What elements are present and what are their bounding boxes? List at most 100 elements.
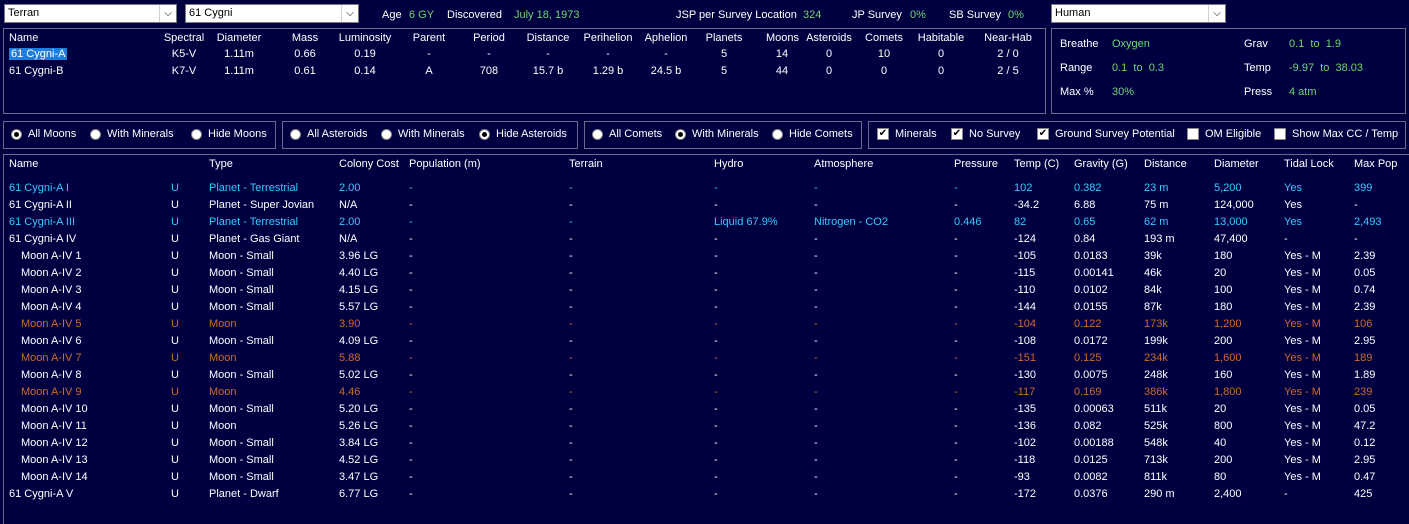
radio-icon[interactable] bbox=[772, 128, 783, 140]
body-cell: - bbox=[814, 471, 818, 483]
asteroids-option-hide[interactable]: Hide Asteroids bbox=[479, 128, 567, 140]
moons-option-hide[interactable]: Hide Moons bbox=[191, 128, 267, 140]
body-row[interactable]: Moon A-IV 8 U Moon - Small 5.02 LG - - - - - -130… bbox=[4, 369, 1409, 386]
body-cell: Yes bbox=[1284, 216, 1302, 228]
body-cell: 3.96 LG bbox=[339, 250, 379, 262]
checkbox-icon[interactable]: ✔ bbox=[1037, 128, 1049, 140]
body-row[interactable]: Moon A-IV 6 U Moon - Small 4.09 LG - - - - - -108… bbox=[4, 335, 1409, 352]
checkbox-icon[interactable] bbox=[1187, 128, 1199, 140]
radio-icon[interactable] bbox=[675, 128, 686, 140]
body-row[interactable]: Moon A-IV 1 U Moon - Small 3.96 LG - - - - - -105… bbox=[4, 250, 1409, 267]
column-header[interactable]: Type bbox=[209, 158, 233, 170]
body-row[interactable]: 61 Cygni-A V U Planet - Dwarf 6.77 LG - - - - - -… bbox=[4, 488, 1409, 505]
body-cell: - bbox=[409, 318, 413, 330]
age-value: 6 GY bbox=[409, 9, 435, 21]
system-select[interactable]: 61 Cygni ⌵ bbox=[185, 4, 359, 23]
radio-icon[interactable] bbox=[592, 128, 603, 140]
column-header[interactable]: Max Pop bbox=[1354, 158, 1397, 170]
option-label: With Minerals bbox=[107, 128, 174, 140]
column-header[interactable]: Tidal Lock bbox=[1284, 158, 1334, 170]
asteroids-option-all[interactable]: All Asteroids bbox=[290, 128, 368, 140]
body-cell: Yes - M bbox=[1284, 318, 1321, 330]
body-row[interactable]: Moon A-IV 10 U Moon - Small 5.20 LG - - - - - -13… bbox=[4, 403, 1409, 420]
chevron-down-icon[interactable]: ⌵ bbox=[159, 5, 176, 22]
body-cell: -108 bbox=[1014, 335, 1037, 347]
race-select[interactable]: Terran ⌵ bbox=[4, 4, 177, 23]
body-cell: 511k bbox=[1144, 403, 1168, 415]
star-row[interactable]: 61 Cygni-B K7-V 1.11m 0.61 0.14 A 708 15.7 b 1.2… bbox=[4, 65, 1045, 82]
radio-icon[interactable] bbox=[290, 128, 301, 140]
body-cell: 2.95 bbox=[1354, 335, 1376, 347]
check-ground-survey-potential[interactable]: ✔ Ground Survey Potential bbox=[1037, 128, 1175, 140]
body-row[interactable]: Moon A-IV 13 U Moon - Small 4.52 LG - - - - - -11… bbox=[4, 454, 1409, 471]
body-row[interactable]: Moon A-IV 4 U Moon - Small 5.57 LG - - - - - -144… bbox=[4, 301, 1409, 318]
body-row[interactable]: Moon A-IV 11 U Moon 5.26 LG - - - - - -136 0.082 52… bbox=[4, 420, 1409, 437]
column-header[interactable]: Terrain bbox=[569, 158, 603, 170]
body-row[interactable]: Moon A-IV 7 U Moon 5.88 - - - - - -151 0.125 234k 1,… bbox=[4, 352, 1409, 369]
body-row[interactable]: 61 Cygni-A III U Planet - Terrestrial 2.00 -… bbox=[4, 216, 1409, 233]
chevron-down-icon[interactable]: ⌵ bbox=[1208, 5, 1225, 22]
column-header[interactable]: Pressure bbox=[954, 158, 998, 170]
body-cell: - bbox=[954, 284, 958, 296]
column-header[interactable]: Name bbox=[9, 158, 38, 170]
column-header[interactable]: Diameter bbox=[1214, 158, 1259, 170]
body-cell: Moon bbox=[209, 318, 237, 330]
body-row[interactable]: 61 Cygni-A II U Planet - Super Jovian N/A - -… bbox=[4, 199, 1409, 216]
star-cell: 1.29 b bbox=[592, 65, 624, 77]
moons-filter-group: All Moons With Minerals Hide Moons bbox=[3, 121, 276, 149]
body-cell: 713k bbox=[1144, 454, 1168, 466]
check-show-max-cc[interactable]: Show Max CC / Temp bbox=[1274, 128, 1398, 140]
radio-icon[interactable] bbox=[11, 128, 22, 140]
moons-option-minerals[interactable]: With Minerals bbox=[90, 128, 174, 140]
body-row[interactable]: Moon A-IV 2 U Moon - Small 4.40 LG - - - - - -115… bbox=[4, 267, 1409, 284]
radio-icon[interactable] bbox=[381, 128, 392, 140]
body-row[interactable]: 61 Cygni-A I U Planet - Terrestrial 2.00 - - -… bbox=[4, 182, 1409, 199]
radio-icon[interactable] bbox=[90, 128, 101, 140]
body-cell: - bbox=[409, 301, 413, 313]
column-header[interactable]: Colony Cost bbox=[339, 158, 399, 170]
checkbox-icon[interactable]: ✔ bbox=[877, 128, 889, 140]
jp-survey-label: JP Survey bbox=[852, 9, 902, 21]
body-cell: -130 bbox=[1014, 369, 1037, 381]
body-cell: Yes bbox=[1284, 199, 1302, 211]
body-row[interactable]: Moon A-IV 3 U Moon - Small 4.15 LG - - - - - -110… bbox=[4, 284, 1409, 301]
age-label: Age bbox=[382, 9, 402, 21]
body-row[interactable]: Moon A-IV 14 U Moon - Small 3.47 LG - - - - - -93… bbox=[4, 471, 1409, 488]
body-cell: 2.00 bbox=[339, 216, 361, 228]
body-row[interactable]: Moon A-IV 5 U Moon 3.90 - - - - - -104 0.122 173k 1,… bbox=[4, 318, 1409, 335]
body-row[interactable]: 61 Cygni-A IV U Planet - Gas Giant N/A - - - - -… bbox=[4, 233, 1409, 250]
moons-option-all[interactable]: All Moons bbox=[11, 128, 76, 140]
body-cell: - bbox=[814, 420, 818, 432]
check-om-eligible[interactable]: OM Eligible bbox=[1187, 128, 1261, 140]
star-row[interactable]: 61 Cygni-A K5-V 1.11m 0.66 0.19 - - - - - 5 14 0 10 0 2… bbox=[4, 48, 1045, 65]
check-no-survey[interactable]: ✔ No Survey bbox=[951, 128, 1020, 140]
column-header[interactable]: Temp (C) bbox=[1014, 158, 1059, 170]
body-cell: 0.446 bbox=[954, 216, 982, 228]
comets-option-all[interactable]: All Comets bbox=[592, 128, 662, 140]
checkbox-icon[interactable]: ✔ bbox=[951, 128, 963, 140]
asteroids-option-minerals[interactable]: With Minerals bbox=[381, 128, 465, 140]
comets-option-minerals[interactable]: With Minerals bbox=[675, 128, 759, 140]
column-header[interactable]: Hydro bbox=[714, 158, 743, 170]
column-header[interactable]: Distance bbox=[1144, 158, 1187, 170]
star-cell: A bbox=[425, 65, 433, 77]
column-header[interactable]: Atmosphere bbox=[814, 158, 873, 170]
body-row[interactable]: Moon A-IV 9 U Moon 4.46 - - - - - -117 0.169 386k 1,… bbox=[4, 386, 1409, 403]
column-header[interactable]: Population (m) bbox=[409, 158, 481, 170]
body-cell: 100 bbox=[1214, 284, 1233, 296]
column-header[interactable]: Gravity (G) bbox=[1074, 158, 1128, 170]
chevron-down-icon[interactable]: ⌵ bbox=[341, 5, 358, 22]
checkbox-icon[interactable] bbox=[1274, 128, 1286, 140]
species-select[interactable]: Human ⌵ bbox=[1051, 4, 1226, 23]
radio-icon[interactable] bbox=[479, 128, 490, 140]
check-minerals[interactable]: ✔ Minerals bbox=[877, 128, 937, 140]
body-cell: 399 bbox=[1354, 182, 1373, 194]
body-cell: - bbox=[714, 488, 718, 500]
comets-option-hide[interactable]: Hide Comets bbox=[772, 128, 853, 140]
body-cell: Moon - Small bbox=[209, 284, 274, 296]
star-column-header: Planets bbox=[705, 32, 743, 44]
body-cell: Moon - Small bbox=[209, 369, 274, 381]
radio-icon[interactable] bbox=[191, 128, 202, 140]
body-row[interactable]: Moon A-IV 12 U Moon - Small 3.84 LG - - - - - -10… bbox=[4, 437, 1409, 454]
body-cell: - bbox=[814, 182, 818, 194]
